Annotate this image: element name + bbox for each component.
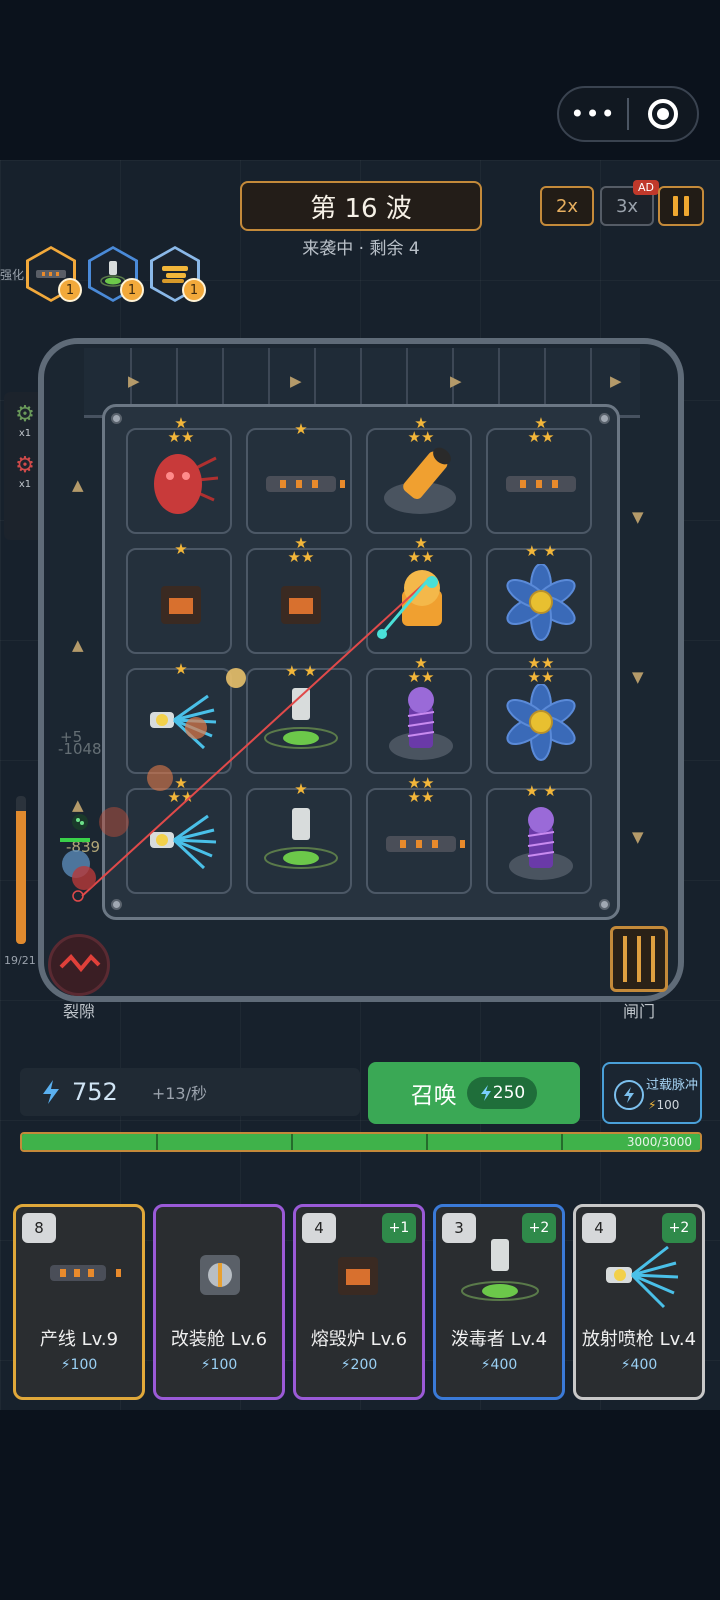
card-cost: ⚡100 bbox=[60, 1357, 98, 1373]
base-hp-bar: 3000/3000 bbox=[20, 1132, 702, 1152]
rift-icon bbox=[59, 954, 101, 973]
card-name: 改装舱 Lv.6 bbox=[170, 1329, 268, 1350]
rift-hp-fill bbox=[16, 810, 26, 944]
card-name: 放射喷枪 Lv.4 bbox=[581, 1329, 697, 1350]
overload-cost: ⚡100 bbox=[648, 1098, 680, 1112]
furnace-icon bbox=[338, 1257, 378, 1295]
card-name: 泼毒者 Lv.4 bbox=[450, 1329, 548, 1350]
overload-cost-value: 100 bbox=[656, 1098, 680, 1112]
card-count-badge: 4 bbox=[582, 1213, 616, 1243]
card-plus-badge: +1 bbox=[382, 1213, 416, 1243]
energy-rate: +13/秒 bbox=[151, 1084, 207, 1103]
base-hp-text: 3000/3000 bbox=[626, 1135, 692, 1149]
summon-button[interactable]: 召唤 250 bbox=[368, 1062, 580, 1124]
energy-value: 752 bbox=[72, 1078, 118, 1106]
refit-pod-icon bbox=[200, 1255, 240, 1295]
gate-label: 闸门 bbox=[622, 1002, 655, 1021]
overload-pulse-button[interactable]: 过载脉冲 ⚡100 bbox=[602, 1062, 702, 1124]
floating-damage-text: -1048 bbox=[58, 740, 102, 758]
card-cost: ⚡400 bbox=[480, 1357, 518, 1373]
card-cost: ⚡100 bbox=[200, 1357, 238, 1373]
tower-card-production-line[interactable]: 8 产线 Lv.9 ⚡100 bbox=[13, 1204, 145, 1400]
rift-portal bbox=[48, 934, 110, 996]
card-plus-badge: +2 bbox=[662, 1213, 696, 1243]
card-name: 熔毁炉 Lv.6 bbox=[310, 1329, 408, 1350]
card-count-badge: 8 bbox=[22, 1213, 56, 1243]
lightning-icon bbox=[43, 1080, 59, 1104]
card-name: 产线 Lv.9 bbox=[39, 1329, 119, 1350]
enemy-swarm bbox=[60, 814, 96, 902]
lightning-icon bbox=[480, 1085, 491, 1101]
gate-icon bbox=[610, 926, 668, 992]
tower-card-poisoner[interactable]: 3 +2 泼毒者 Lv.4 ⚡400 bbox=[433, 1204, 565, 1400]
rift-hp-text: 19/21 bbox=[4, 954, 36, 967]
tower-card-refit-pod[interactable]: 改装舱 Lv.6 ⚡100 bbox=[153, 1204, 285, 1400]
tower-card-furnace[interactable]: 4 +1 熔毁炉 Lv.6 ⚡200 bbox=[293, 1204, 425, 1400]
energy-panel: 752 +13/秒 bbox=[20, 1068, 360, 1116]
pulse-icon bbox=[614, 1080, 644, 1110]
summon-cost: 250 bbox=[466, 1077, 538, 1109]
production-line-icon bbox=[50, 1265, 121, 1281]
card-count-badge: 4 bbox=[302, 1213, 336, 1243]
poisoner-icon bbox=[461, 1239, 539, 1301]
base-hp-fill bbox=[22, 1134, 700, 1150]
overload-label: 过载脉冲 bbox=[646, 1078, 699, 1093]
rift-hp-bar bbox=[16, 796, 26, 944]
rift-label: 裂隙 bbox=[62, 1002, 95, 1021]
tower-card-radiation-gun[interactable]: 4 +2 放射喷枪 Lv.4 ⚡400 bbox=[573, 1204, 705, 1400]
card-cost: ⚡200 bbox=[340, 1357, 378, 1373]
card-cost: ⚡400 bbox=[620, 1357, 658, 1373]
radiation-gun-icon bbox=[606, 1245, 679, 1309]
summon-cost-value: 250 bbox=[492, 1083, 526, 1103]
summon-label: 召唤 bbox=[410, 1083, 457, 1109]
